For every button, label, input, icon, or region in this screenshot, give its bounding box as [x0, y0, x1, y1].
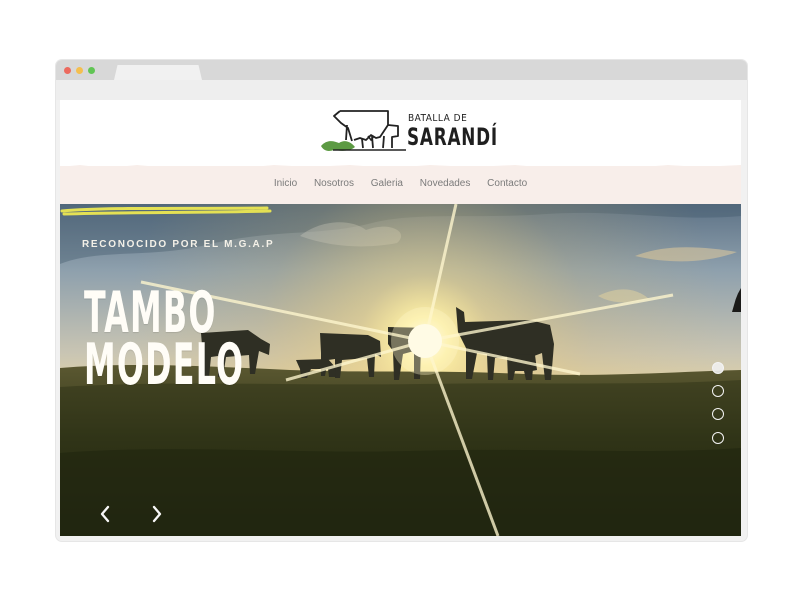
site-header: BATALLA DE SARANDÍ — [60, 100, 741, 166]
browser-tab[interactable] — [114, 65, 202, 80]
slide-dot-2[interactable] — [712, 385, 724, 397]
browser-toolbar — [56, 80, 747, 100]
chevron-left-icon — [100, 505, 110, 523]
slide-dot-3[interactable] — [712, 408, 724, 420]
browser-window: BATALLA DE SARANDÍ Inicio Nosotros Galer… — [56, 60, 747, 541]
chevron-right-icon — [152, 505, 162, 523]
hero-title-line-2: MODELO — [84, 332, 245, 398]
hero-underline-decoration — [60, 206, 272, 216]
slide-dot-1[interactable] — [712, 362, 724, 374]
hero-slider[interactable]: RECONOCIDO POR EL M.G.A.P TAMBO MODELO — [60, 204, 741, 536]
previous-slide-button[interactable] — [94, 502, 118, 526]
hero-title: TAMBO MODELO — [84, 285, 245, 398]
cow-logo-icon — [321, 110, 406, 151]
close-window-button[interactable] — [64, 67, 71, 74]
nav-item-contacto[interactable]: Contacto — [487, 178, 527, 189]
logo-text-main: SARANDÍ — [407, 123, 498, 151]
site-logo[interactable]: BATALLA DE SARANDÍ — [318, 106, 497, 158]
slide-dot-4[interactable] — [712, 432, 724, 444]
torn-paper-edge — [60, 165, 741, 172]
nav-item-galeria[interactable]: Galeria — [371, 178, 403, 189]
website-viewport: BATALLA DE SARANDÍ Inicio Nosotros Galer… — [60, 100, 741, 536]
maximize-window-button[interactable] — [88, 67, 95, 74]
main-navigation: Inicio Nosotros Galeria Novedades Contac… — [60, 165, 741, 204]
browser-titlebar — [56, 60, 747, 80]
nav-item-nosotros[interactable]: Nosotros — [314, 178, 354, 189]
next-slide-button[interactable] — [144, 502, 168, 526]
nav-list: Inicio Nosotros Galeria Novedades Contac… — [60, 178, 741, 189]
nav-item-inicio[interactable]: Inicio — [274, 178, 297, 189]
minimize-window-button[interactable] — [76, 67, 83, 74]
hero-badge-text: RECONOCIDO POR EL M.G.A.P — [82, 239, 275, 250]
nav-item-novedades[interactable]: Novedades — [420, 178, 471, 189]
slide-pagination — [712, 360, 726, 444]
